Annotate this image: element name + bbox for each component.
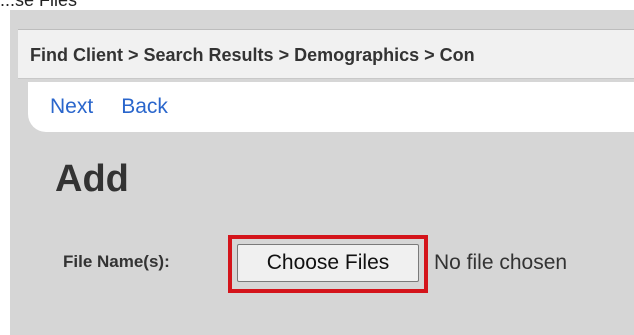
next-link[interactable]: Next	[50, 95, 93, 119]
file-name-label: File Name(s):	[63, 252, 170, 271]
breadcrumb: Find Client > Search Results > Demograph…	[18, 29, 634, 79]
back-link[interactable]: Back	[121, 95, 168, 119]
file-status-text: No file chosen	[434, 251, 568, 274]
page-title: Add	[55, 158, 129, 200]
navigation-bar: Next Back	[28, 82, 634, 132]
choose-files-button[interactable]: Choose Files	[237, 244, 419, 282]
